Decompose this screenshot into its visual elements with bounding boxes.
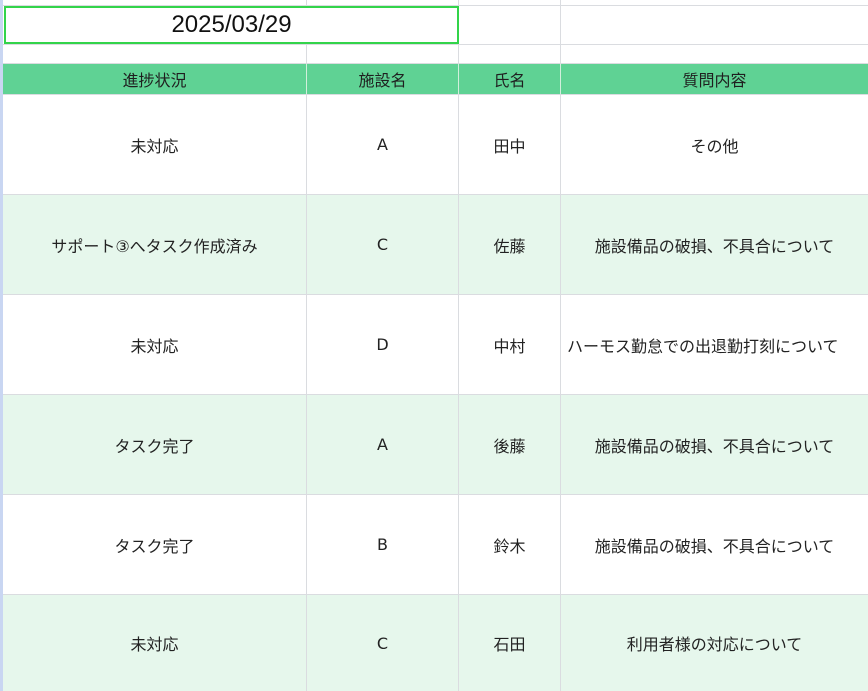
cell-question[interactable]: 施設備品の破損、不具合について bbox=[561, 495, 868, 594]
cell-question[interactable]: その他 bbox=[561, 95, 868, 194]
cell-name[interactable]: 後藤 bbox=[459, 395, 560, 494]
cell-status[interactable]: タスク完了 bbox=[3, 395, 306, 494]
cell-name[interactable]: 田中 bbox=[459, 95, 560, 194]
spreadsheet-grid: 2025/03/29 進捗状況 施設名 氏名 質問内容 未対応 A 田中 その他… bbox=[0, 0, 868, 691]
cell-facility[interactable]: A bbox=[307, 395, 458, 494]
cell-facility[interactable]: C bbox=[307, 595, 458, 691]
cell-question[interactable]: 施設備品の破損、不具合について bbox=[561, 195, 868, 294]
cell-name[interactable]: 鈴木 bbox=[459, 495, 560, 594]
cell-question[interactable]: ハーモス勤怠での出退勤打刻について bbox=[561, 295, 868, 394]
cell-status[interactable]: 未対応 bbox=[3, 595, 306, 691]
cell-facility[interactable]: C bbox=[307, 195, 458, 294]
cell-status[interactable]: サポート③へタスク作成済み bbox=[3, 195, 306, 294]
cell-name[interactable]: 佐藤 bbox=[459, 195, 560, 294]
header-facility[interactable]: 施設名 bbox=[307, 64, 458, 94]
date-cell[interactable]: 2025/03/29 bbox=[4, 6, 459, 44]
row-divider bbox=[3, 44, 868, 45]
cell-question[interactable]: 利用者様の対応について bbox=[561, 595, 868, 691]
cell-question[interactable]: 施設備品の破損、不具合について bbox=[561, 395, 868, 494]
cell-facility[interactable]: D bbox=[307, 295, 458, 394]
cell-name[interactable]: 中村 bbox=[459, 295, 560, 394]
cell-facility[interactable]: A bbox=[307, 95, 458, 194]
cell-name[interactable]: 石田 bbox=[459, 595, 560, 691]
header-name[interactable]: 氏名 bbox=[459, 64, 560, 94]
cell-status[interactable]: 未対応 bbox=[3, 95, 306, 194]
cell-facility[interactable]: B bbox=[307, 495, 458, 594]
header-status[interactable]: 進捗状況 bbox=[3, 64, 306, 94]
cell-status[interactable]: タスク完了 bbox=[3, 495, 306, 594]
header-question[interactable]: 質問内容 bbox=[561, 64, 868, 94]
cell-status[interactable]: 未対応 bbox=[3, 295, 306, 394]
